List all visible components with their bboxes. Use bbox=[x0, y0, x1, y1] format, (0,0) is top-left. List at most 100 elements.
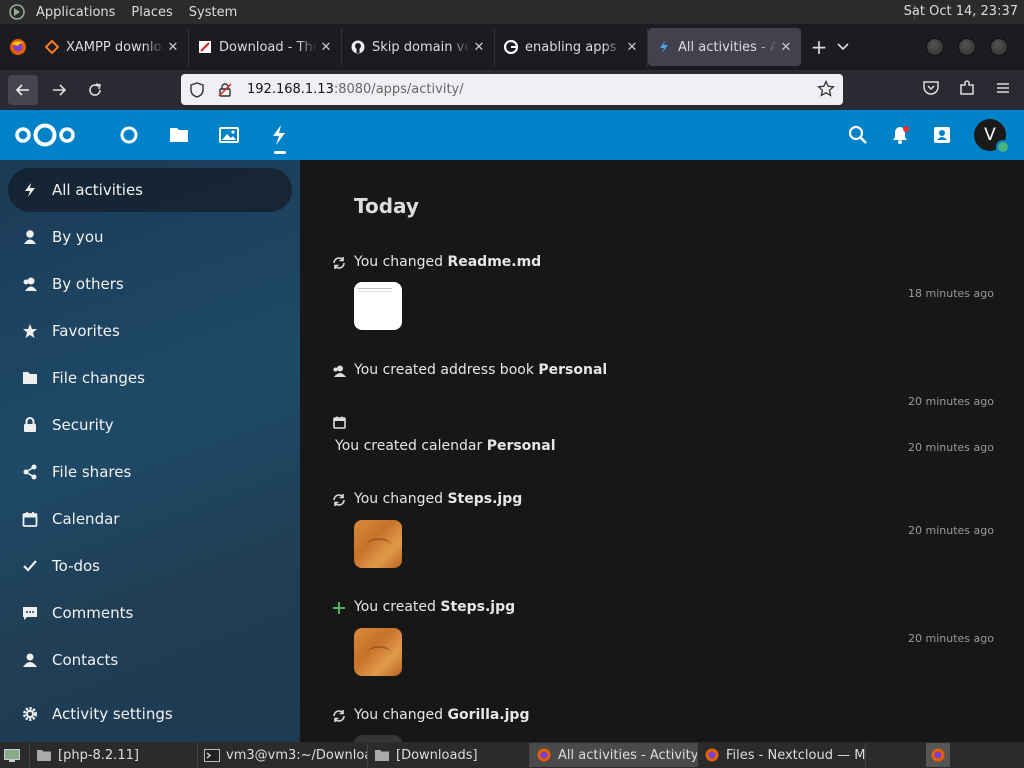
tab-label: Skip domain verification bbox=[372, 39, 470, 55]
tab-apache-download[interactable]: Download - The Apache ✕ bbox=[189, 28, 342, 66]
panel-clock[interactable]: Sat Oct 14, 23:37 bbox=[904, 4, 1018, 19]
tracking-shield-icon[interactable] bbox=[189, 81, 205, 98]
new-tab-button[interactable]: + bbox=[801, 35, 837, 59]
sidebar-item-all-activities[interactable]: All activities bbox=[8, 168, 292, 212]
show-desktop-button[interactable] bbox=[0, 743, 30, 767]
xampp-icon bbox=[44, 39, 60, 55]
sidebar-item-file-changes[interactable]: File changes bbox=[8, 356, 292, 400]
gear-icon bbox=[8, 705, 52, 723]
close-icon[interactable]: ✕ bbox=[319, 40, 333, 55]
close-icon[interactable]: ✕ bbox=[625, 40, 639, 55]
distro-logo-icon[interactable] bbox=[6, 3, 28, 21]
taskbar-item-terminal[interactable]: vm3@vm3:~/Downloads bbox=[198, 743, 368, 767]
minimize-window-button[interactable] bbox=[926, 38, 944, 56]
activity-time: 18 minutes ago bbox=[908, 287, 994, 300]
activity-text: You changed Gorilla.jpg bbox=[354, 707, 529, 723]
photos-app-icon[interactable] bbox=[204, 110, 254, 160]
pdf-download-icon bbox=[197, 39, 213, 55]
list-tabs-chevron-icon[interactable] bbox=[837, 43, 873, 51]
file-preview-steps[interactable] bbox=[354, 628, 402, 676]
contacts-menu-icon[interactable] bbox=[932, 125, 952, 145]
sidebar-item-favorites[interactable]: Favorites bbox=[8, 309, 292, 353]
folder-icon bbox=[8, 371, 52, 385]
taskbar-item-firefox-files[interactable]: Files - Nextcloud — Mozilla bbox=[698, 743, 866, 767]
activity-object-link[interactable]: Readme.md bbox=[447, 254, 541, 270]
workspace-switcher[interactable] bbox=[926, 743, 950, 767]
activity-stream: Today You changed Readme.md 18 minutes a… bbox=[300, 160, 1024, 742]
sidebar-item-by-others[interactable]: By others bbox=[8, 262, 292, 306]
tab-activity[interactable]: All activities - Activity ✕ bbox=[648, 28, 801, 66]
sidebar-item-calendar[interactable]: Calendar bbox=[8, 497, 292, 541]
lock-icon bbox=[8, 417, 52, 433]
applications-menu[interactable]: Applications bbox=[28, 5, 123, 20]
change-icon bbox=[332, 492, 346, 508]
files-app-icon[interactable] bbox=[154, 110, 204, 160]
activity-prefix: You changed bbox=[354, 254, 448, 270]
reload-button[interactable] bbox=[80, 75, 110, 105]
activity-time: 20 minutes ago bbox=[908, 524, 994, 537]
close-window-button[interactable] bbox=[990, 38, 1008, 56]
activity-settings-button[interactable]: Activity settings bbox=[8, 692, 292, 736]
firefox-icon bbox=[704, 748, 720, 762]
sidebar-item-by-you[interactable]: By you bbox=[8, 215, 292, 259]
activity-app-icon[interactable] bbox=[254, 110, 304, 160]
change-icon bbox=[332, 255, 346, 271]
url-text[interactable]: 192.168.1.13:8080/apps/activity/ bbox=[247, 82, 464, 97]
activity-object-link[interactable]: Steps.jpg bbox=[440, 599, 515, 615]
sidebar-item-label: File shares bbox=[52, 463, 132, 481]
maximize-window-button[interactable] bbox=[958, 38, 976, 56]
sidebar-item-security[interactable]: Security bbox=[8, 403, 292, 447]
back-button[interactable] bbox=[8, 75, 38, 105]
activity-text: You created Steps.jpg bbox=[354, 599, 515, 615]
taskbar-label: All activities - Activity bbox=[558, 747, 698, 763]
notifications-bell-icon[interactable] bbox=[890, 125, 910, 145]
sidebar-item-to-dos[interactable]: To-dos bbox=[8, 544, 292, 588]
url-bar[interactable]: 192.168.1.13:8080/apps/activity/ bbox=[181, 74, 843, 105]
pocket-icon[interactable] bbox=[922, 79, 940, 97]
settings-label: Activity settings bbox=[52, 705, 173, 723]
search-icon[interactable] bbox=[848, 125, 868, 145]
forward-button[interactable] bbox=[44, 75, 74, 105]
sidebar-item-label: File changes bbox=[52, 369, 145, 387]
firefox-menu-icon[interactable] bbox=[0, 24, 36, 70]
insecure-lock-icon[interactable] bbox=[217, 82, 233, 98]
file-preview-readme[interactable] bbox=[354, 282, 402, 330]
activity-prefix: You created address book bbox=[354, 362, 539, 378]
close-icon[interactable]: ✕ bbox=[472, 40, 486, 55]
file-preview-steps[interactable] bbox=[354, 520, 402, 568]
activity-time: 20 minutes ago bbox=[908, 632, 994, 645]
taskbar-item-php[interactable]: [php-8.2.11] bbox=[30, 743, 198, 767]
activity-object-link[interactable]: Steps.jpg bbox=[447, 491, 522, 507]
tab-github[interactable]: Skip domain verification ✕ bbox=[342, 28, 495, 66]
bookmark-star-icon[interactable] bbox=[817, 80, 835, 98]
sidebar-item-file-shares[interactable]: File shares bbox=[8, 450, 292, 494]
tab-xampp[interactable]: XAMPP downloads ✕ bbox=[36, 28, 189, 66]
sidebar-item-contacts[interactable]: Contacts bbox=[8, 638, 292, 682]
sidebar-item-comments[interactable]: Comments bbox=[8, 591, 292, 635]
dashboard-app-icon[interactable] bbox=[104, 110, 154, 160]
people-icon bbox=[8, 276, 52, 292]
taskbar-item-firefox-activity[interactable]: All activities - Activity bbox=[530, 743, 698, 767]
hamburger-menu-icon[interactable] bbox=[994, 79, 1012, 97]
activity-object-link[interactable]: Gorilla.jpg bbox=[447, 707, 529, 723]
user-avatar[interactable]: V bbox=[974, 119, 1010, 154]
taskbar-label: [Downloads] bbox=[396, 747, 478, 763]
section-heading-today: Today bbox=[354, 194, 419, 218]
system-menu[interactable]: System bbox=[181, 5, 245, 20]
activity-object-link[interactable]: Personal bbox=[487, 438, 556, 454]
nextcloud-header: V bbox=[0, 110, 1024, 160]
sidebar-item-label: Favorites bbox=[52, 322, 120, 340]
tab-google[interactable]: enabling apps shows ✕ bbox=[495, 28, 648, 66]
taskbar-item-downloads[interactable]: [Downloads] bbox=[368, 743, 530, 767]
online-status-icon bbox=[996, 140, 1010, 154]
close-icon[interactable]: ✕ bbox=[779, 40, 793, 55]
taskbar-label: vm3@vm3:~/Downloads bbox=[226, 747, 367, 763]
sidebar-item-label: Contacts bbox=[52, 651, 119, 669]
nextcloud-logo-icon[interactable] bbox=[14, 120, 76, 150]
file-preview-gorilla[interactable] bbox=[354, 735, 402, 742]
places-menu[interactable]: Places bbox=[123, 5, 180, 20]
extensions-puzzle-icon[interactable] bbox=[958, 79, 976, 97]
activity-object-link[interactable]: Personal bbox=[538, 362, 607, 378]
activity-time: 20 minutes ago bbox=[908, 441, 994, 454]
close-icon[interactable]: ✕ bbox=[166, 40, 180, 55]
